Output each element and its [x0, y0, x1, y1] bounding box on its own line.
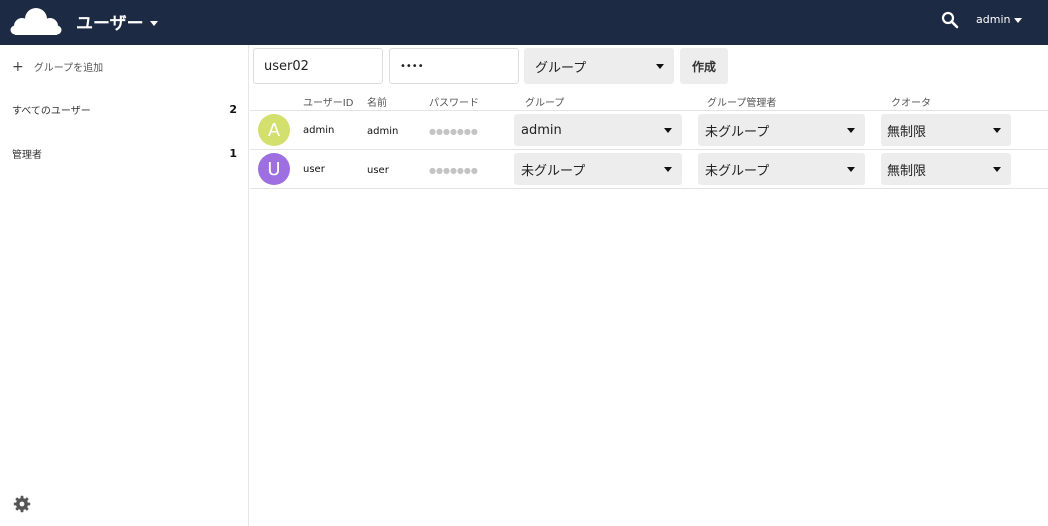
user-name: admin: [976, 13, 1011, 26]
user-management-panel: user02 •••• グループ 作成 ユーザーID 名前 パスワード グループ…: [250, 45, 1048, 526]
new-password-value: ••••: [400, 60, 424, 72]
quota-select-value: 無制限: [887, 163, 927, 179]
sidebar-item-count: 1: [229, 146, 237, 160]
sidebar: + グループを追加 すべてのユーザー 2 管理者 1: [0, 45, 249, 526]
group-select[interactable]: 未グループ: [514, 153, 682, 185]
top-header: ユーザー admin: [0, 0, 1048, 45]
new-user-group-select[interactable]: グループ: [524, 48, 674, 84]
caret-down-icon: [656, 63, 664, 69]
column-header-user-id: ユーザーID: [303, 98, 354, 109]
add-group-label: グループを追加: [33, 63, 104, 74]
user-menu[interactable]: admin: [976, 13, 1023, 26]
caret-down-icon: [664, 127, 672, 133]
sidebar-item-all-users[interactable]: すべてのユーザー 2: [0, 94, 249, 124]
caret-down-icon: [993, 127, 1001, 133]
column-header-quota: クオータ: [891, 98, 931, 109]
group-admin-select[interactable]: 未グループ: [698, 153, 865, 185]
group-select-label: グループ: [535, 60, 587, 76]
avatar: A: [258, 114, 290, 146]
search-icon[interactable]: [941, 11, 959, 29]
table-row: U user user ●●●●●●● 未グループ 未グループ 無制限: [250, 150, 1048, 189]
display-name-cell[interactable]: admin: [367, 126, 398, 137]
sidebar-item-count: 2: [229, 102, 237, 116]
password-cell[interactable]: ●●●●●●●: [429, 127, 478, 136]
quota-select-value: 無制限: [887, 124, 927, 140]
sidebar-item-label: 管理者: [12, 149, 42, 161]
group-select-value: admin: [521, 122, 562, 138]
sidebar-item-admins[interactable]: 管理者 1: [0, 138, 249, 168]
password-cell[interactable]: ●●●●●●●: [429, 166, 478, 175]
avatar: U: [258, 153, 290, 185]
cloud-logo-icon[interactable]: [10, 7, 62, 37]
column-header-group-admin: グループ管理者: [707, 98, 777, 109]
chevron-down-icon: [149, 20, 158, 26]
user-id-cell: admin: [303, 125, 335, 136]
chevron-down-icon: [1014, 17, 1023, 23]
display-name-cell[interactable]: user: [367, 165, 389, 176]
quota-select[interactable]: 無制限: [881, 114, 1011, 146]
user-id-cell: user: [303, 164, 325, 175]
gear-icon[interactable]: [13, 495, 31, 513]
sidebar-item-label: すべてのユーザー: [12, 105, 91, 117]
create-user-button[interactable]: 作成: [680, 48, 728, 84]
column-header-name: 名前: [367, 98, 387, 109]
new-password-input[interactable]: ••••: [389, 48, 519, 84]
group-select[interactable]: admin: [514, 114, 682, 146]
caret-down-icon: [993, 166, 1001, 172]
group-admin-select-value: 未グループ: [705, 124, 770, 140]
plus-icon: +: [12, 58, 24, 75]
add-group-button[interactable]: + グループを追加: [12, 58, 104, 75]
caret-down-icon: [847, 127, 855, 133]
new-username-value: user02: [264, 58, 309, 74]
new-username-input[interactable]: user02: [253, 48, 383, 84]
caret-down-icon: [847, 166, 855, 172]
table-row: A admin admin ●●●●●●● admin 未グループ 無制限: [250, 111, 1048, 150]
column-header-password: パスワード: [429, 98, 479, 109]
group-admin-select-value: 未グループ: [705, 163, 770, 179]
app-title: ユーザー: [76, 14, 144, 34]
app-menu-toggle[interactable]: ユーザー: [76, 9, 158, 34]
column-header-groups: グループ: [525, 98, 565, 109]
quota-select[interactable]: 無制限: [881, 153, 1011, 185]
group-admin-select[interactable]: 未グループ: [698, 114, 865, 146]
caret-down-icon: [664, 166, 672, 172]
group-select-value: 未グループ: [521, 163, 586, 179]
